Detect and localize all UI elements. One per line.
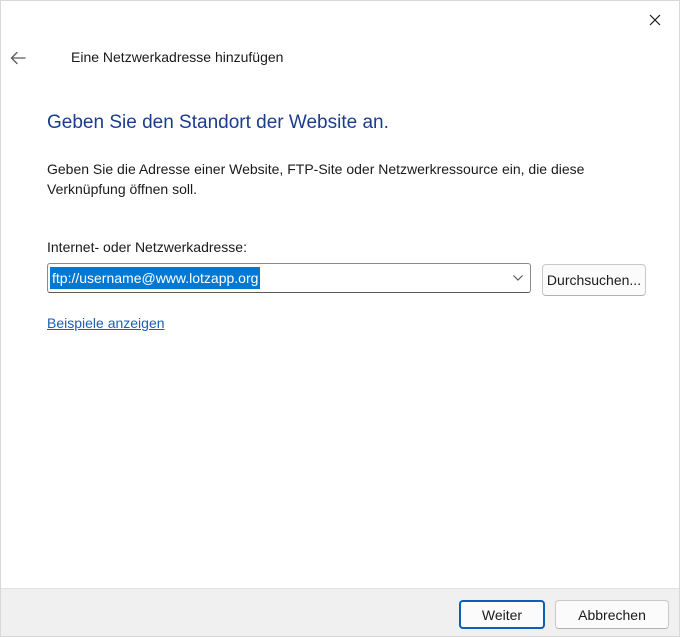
cancel-button[interactable]: Abbrechen — [555, 600, 669, 629]
close-button[interactable] — [637, 7, 673, 33]
dialog-footer: Weiter Abbrechen — [1, 588, 679, 636]
show-examples-link[interactable]: Beispiele anzeigen — [47, 315, 165, 331]
address-dropdown-button[interactable] — [510, 270, 526, 286]
back-arrow-icon — [10, 51, 26, 65]
chevron-down-icon — [513, 275, 523, 281]
address-combobox[interactable]: ftp://username@www.lotzapp.org — [47, 263, 531, 293]
close-icon — [649, 14, 661, 26]
description-text: Geben Sie die Adresse einer Website, FTP… — [47, 161, 585, 197]
window-title: Eine Netzwerkadresse hinzufügen — [71, 49, 284, 65]
address-field-label: Internet- oder Netzwerkadresse: — [47, 239, 247, 255]
next-button[interactable]: Weiter — [459, 600, 545, 629]
browse-button[interactable]: Durchsuchen... — [542, 264, 646, 296]
page-heading: Geben Sie den Standort der Website an. — [47, 112, 389, 133]
back-button[interactable] — [5, 45, 31, 71]
dialog-window: Eine Netzwerkadresse hinzufügen Geben Si… — [0, 0, 680, 637]
address-input[interactable]: ftp://username@www.lotzapp.org — [50, 267, 261, 289]
